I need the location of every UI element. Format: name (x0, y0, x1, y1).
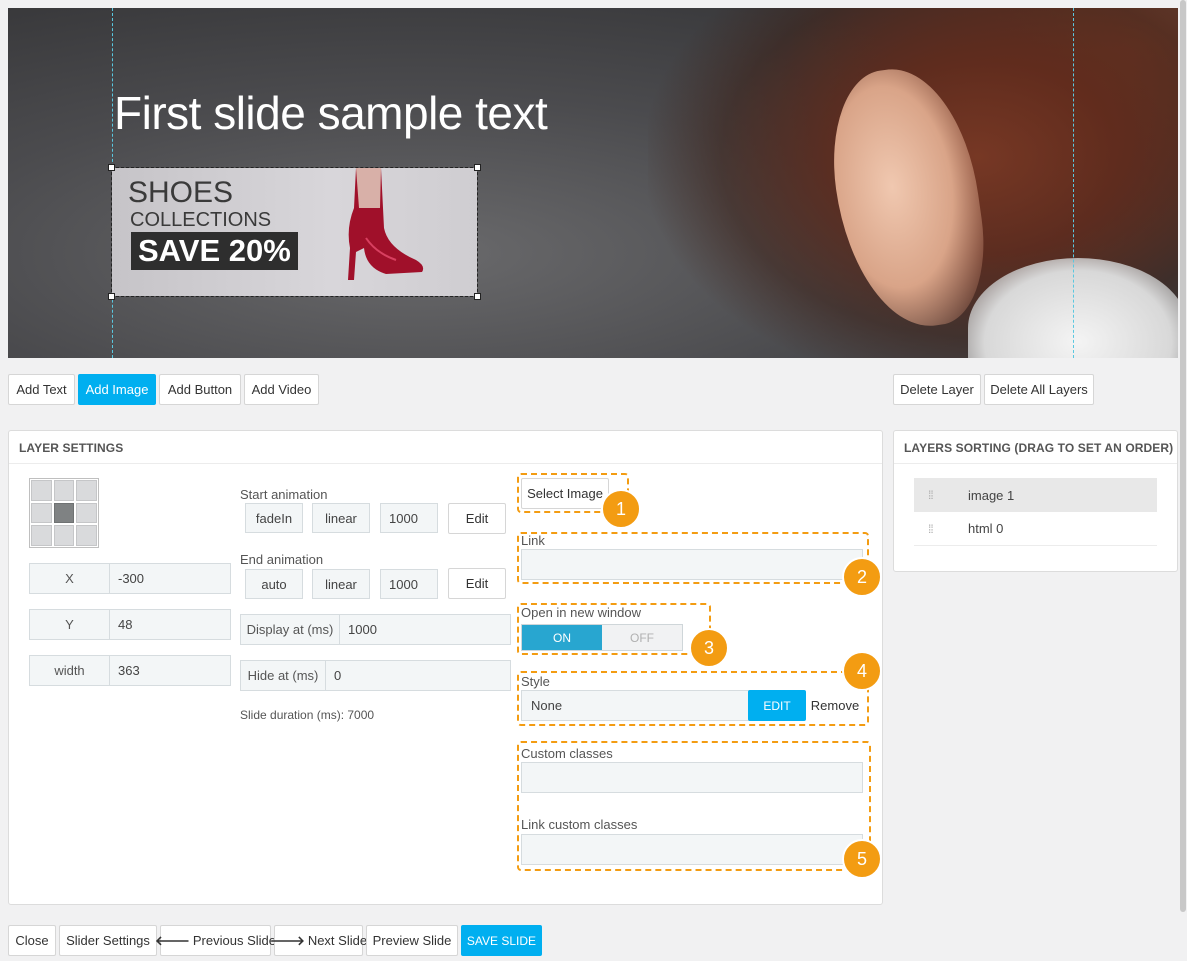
end-animation-duration[interactable]: 1000 (380, 569, 438, 599)
start-animation-effect[interactable]: fadeIn (245, 503, 303, 533)
next-slide-label: Next Slide (307, 933, 368, 948)
layer-settings-panel: LAYER SETTINGS X -300 Y 48 width 363 Sta… (8, 430, 883, 905)
align-bottom-right[interactable] (76, 525, 97, 546)
width-value[interactable]: 363 (110, 656, 230, 685)
resize-handle-bottom-left[interactable] (108, 293, 115, 300)
save-slide-button[interactable]: SAVE SLIDE (461, 925, 542, 956)
align-top-left[interactable] (31, 480, 52, 501)
hide-at-label: Hide at (ms) (241, 661, 326, 690)
alignment-grid[interactable] (29, 478, 99, 548)
next-slide-button[interactable]: 🡒 Next Slide (270, 925, 367, 956)
select-image-button[interactable]: Select Image (521, 478, 609, 509)
slide-duration-text: Slide duration (ms): 7000 (240, 708, 375, 722)
annotation-badge-4: 4 (842, 651, 882, 691)
align-top-right[interactable] (76, 480, 97, 501)
y-position-field[interactable]: Y 48 (29, 609, 231, 640)
add-video-button[interactable]: Add Video (244, 374, 319, 405)
link-custom-classes-label: Link custom classes (521, 817, 638, 832)
end-animation-edit-button[interactable]: Edit (448, 568, 506, 599)
annotation-badge-2: 2 (842, 557, 882, 597)
arrow-right-icon: 🡒 (269, 932, 305, 948)
image-layer-banner[interactable]: SHOES COLLECTIONS SAVE 20% (108, 164, 481, 300)
link-label: Link (521, 533, 545, 548)
layers-sorting-panel: LAYERS SORTING (DRAG TO SET AN ORDER) ⁞⁞… (893, 430, 1178, 572)
delete-layer-button[interactable]: Delete Layer (893, 374, 981, 405)
style-select[interactable]: None (521, 690, 749, 721)
width-label: width (30, 656, 110, 685)
end-animation-effect[interactable]: auto (245, 569, 303, 599)
align-top-center[interactable] (53, 480, 75, 501)
y-label: Y (30, 610, 110, 639)
layers-sorting-title: LAYERS SORTING (DRAG TO SET AN ORDER) (904, 441, 1174, 455)
hide-at-value[interactable]: 0 (326, 661, 510, 690)
display-at-label: Display at (ms) (241, 615, 340, 644)
page-scrollbar[interactable] (1180, 0, 1186, 912)
slider-settings-button[interactable]: Slider Settings (59, 925, 157, 956)
layer-sort-item[interactable]: ⁞⁞ html 0 (914, 512, 1157, 546)
toggle-off[interactable]: OFF (602, 625, 682, 650)
start-animation-easing[interactable]: linear (312, 503, 370, 533)
start-animation-edit-button[interactable]: Edit (448, 503, 506, 534)
delete-all-layers-button[interactable]: Delete All Layers (984, 374, 1094, 405)
slide-preview-canvas[interactable]: First slide sample text SHOES COLLECTION… (8, 8, 1178, 358)
link-custom-classes-input[interactable] (521, 834, 863, 865)
previous-slide-button[interactable]: 🡐 Previous Slide (155, 925, 276, 956)
align-middle-left[interactable] (31, 502, 52, 524)
add-button-button[interactable]: Add Button (159, 374, 241, 405)
x-position-field[interactable]: X -300 (29, 563, 231, 594)
custom-classes-label: Custom classes (521, 746, 613, 761)
banner-save-text: SAVE 20% (131, 232, 298, 270)
layer-name: html 0 (968, 521, 1004, 536)
hide-at-field[interactable]: Hide at (ms) 0 (240, 660, 511, 691)
annotation-badge-5: 5 (842, 839, 882, 879)
display-at-field[interactable]: Display at (ms) 1000 (240, 614, 511, 645)
align-middle-center[interactable] (53, 502, 75, 524)
layer-settings-title: LAYER SETTINGS (19, 441, 124, 455)
resize-handle-top-right[interactable] (474, 164, 481, 171)
layer-name: image 1 (968, 487, 1015, 503)
start-animation-duration[interactable]: 1000 (380, 503, 438, 533)
add-text-button[interactable]: Add Text (8, 374, 75, 405)
end-animation-label: End animation (240, 552, 324, 567)
arrow-left-icon: 🡐 (155, 932, 190, 948)
resize-handle-bottom-right[interactable] (474, 293, 481, 300)
drag-handle-icon[interactable]: ⁞⁞ (928, 488, 944, 502)
open-new-window-toggle[interactable]: ON OFF (521, 624, 683, 651)
align-bottom-left[interactable] (31, 525, 52, 546)
end-animation-easing[interactable]: linear (312, 569, 370, 599)
open-new-window-label: Open in new window (521, 605, 641, 620)
align-middle-right[interactable] (76, 502, 97, 524)
style-edit-button[interactable]: EDIT (748, 690, 806, 721)
banner-collections-text: COLLECTIONS (130, 209, 272, 231)
annotation-badge-3: 3 (689, 628, 729, 668)
red-heel-shoe-image (348, 168, 424, 280)
preview-slide-button[interactable]: Preview Slide (366, 925, 458, 956)
resize-handle-top-left[interactable] (108, 164, 115, 171)
previous-slide-label: Previous Slide (192, 933, 276, 948)
right-guide-line (1073, 8, 1074, 358)
drag-handle-icon[interactable]: ⁞⁞ (928, 522, 944, 536)
add-image-button[interactable]: Add Image (78, 374, 156, 405)
start-animation-label: Start animation (240, 487, 328, 502)
close-button[interactable]: Close (8, 925, 56, 956)
style-remove-button[interactable]: Remove (806, 690, 864, 721)
custom-classes-input[interactable] (521, 762, 863, 793)
panel-divider (9, 463, 882, 464)
link-input[interactable] (521, 549, 863, 580)
x-value[interactable]: -300 (110, 564, 230, 593)
display-at-value[interactable]: 1000 (340, 615, 510, 644)
banner-shoes-text: SHOES (128, 176, 234, 209)
toggle-on[interactable]: ON (522, 625, 602, 650)
slide-title-text-layer[interactable]: First slide sample text (114, 86, 548, 140)
annotation-badge-1: 1 (601, 489, 641, 529)
y-value[interactable]: 48 (110, 610, 230, 639)
align-bottom-center[interactable] (53, 525, 75, 546)
x-label: X (30, 564, 110, 593)
width-field[interactable]: width 363 (29, 655, 231, 686)
panel-divider (894, 463, 1177, 464)
layer-sort-item[interactable]: ⁞⁞ image 1 (914, 478, 1157, 512)
style-label: Style (521, 674, 550, 689)
